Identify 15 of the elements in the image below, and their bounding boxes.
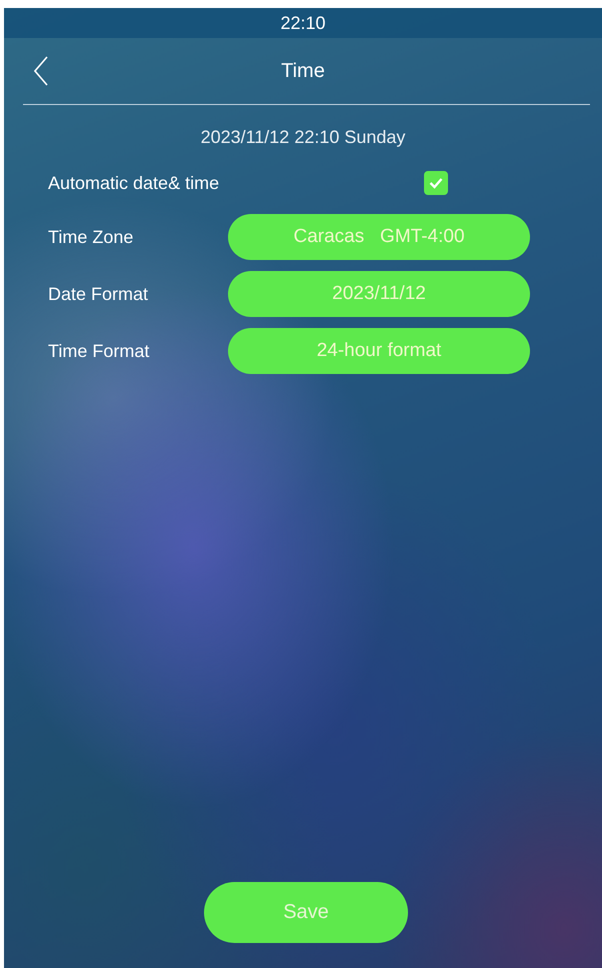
setting-label: Date Format xyxy=(48,284,150,304)
page-title: Time xyxy=(281,60,325,82)
checkmark-icon xyxy=(429,177,443,189)
back-icon xyxy=(34,56,48,86)
select-button[interactable]: 24-hour format xyxy=(228,328,530,374)
select-button[interactable]: 2023/11/12 xyxy=(228,271,530,317)
checkbox[interactable] xyxy=(424,171,448,195)
status-time: 22:10 xyxy=(280,12,326,34)
current-datetime: 2023/11/12 22:10 Sunday xyxy=(200,127,406,148)
select-button[interactable]: Caracas GMT-4:00 xyxy=(228,214,530,260)
setting-label: Time Format xyxy=(48,340,150,362)
setting-label: Automatic date& time xyxy=(48,172,220,194)
setting-label: Time Zone xyxy=(48,226,134,248)
save-button[interactable]: Save xyxy=(204,882,408,943)
back-button[interactable] xyxy=(34,56,48,86)
